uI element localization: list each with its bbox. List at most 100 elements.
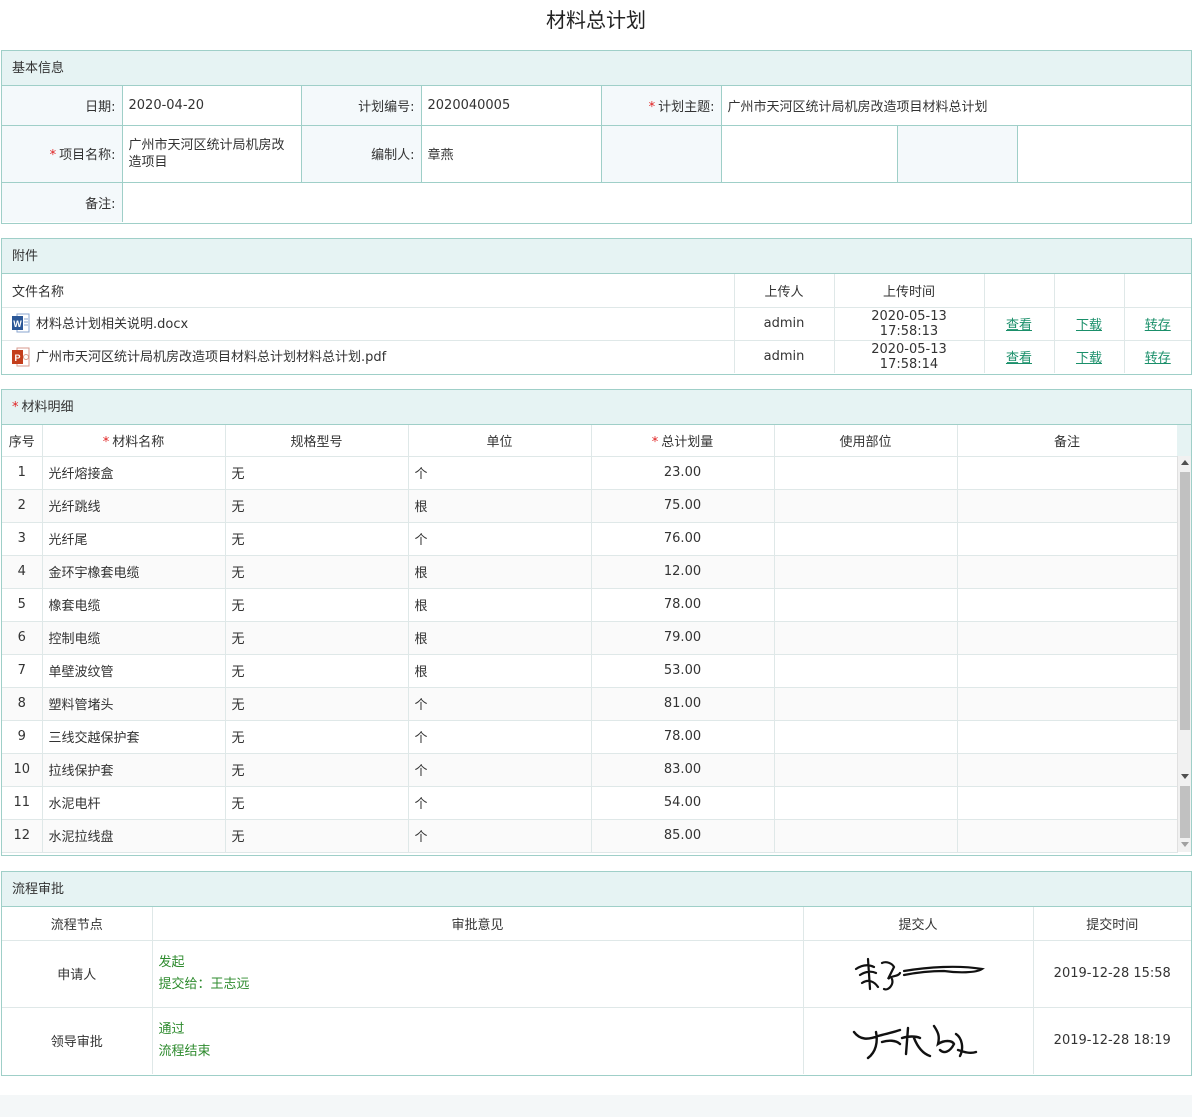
required-mark: * (648, 99, 656, 115)
material-name: 金环宇橡套电缆 (42, 555, 226, 589)
material-location (774, 819, 958, 853)
file-upload-time: 2020-05-13 17:58:14 (834, 340, 985, 373)
material-spec: 无 (225, 753, 409, 787)
file-uploader: admin (734, 307, 835, 341)
col-remark: 备注 (957, 425, 1178, 457)
row-no: 4 (2, 555, 43, 589)
material-spec: 无 (225, 522, 409, 556)
plan-no-value: 2020040005 (421, 86, 602, 126)
material-qty: 78.00 (591, 720, 775, 754)
material-name: 拉线保护套 (42, 753, 226, 787)
scroll-thumb[interactable] (1180, 472, 1190, 730)
material-remark (957, 456, 1178, 490)
required-mark: * (12, 400, 19, 415)
remark-value (122, 182, 1191, 222)
author-value: 章燕 (421, 125, 602, 183)
material-name: 光纤熔接盒 (42, 456, 226, 490)
col-material-name: * 材料名称 (42, 425, 226, 457)
material-remark (957, 522, 1178, 556)
table-row[interactable]: 5 橡套电缆无根 78.00 (2, 588, 1178, 622)
table-row[interactable]: 12 水泥拉线盘无个 85.00 (2, 819, 1178, 853)
material-qty: 75.00 (591, 489, 775, 523)
empty-cell (1054, 274, 1125, 308)
material-qty: 53.00 (591, 654, 775, 688)
material-spec: 无 (225, 456, 409, 490)
plan-no-label: 计划编号: (301, 86, 422, 126)
table-row[interactable]: 10 拉线保护套无个 83.00 (2, 753, 1178, 787)
scroll-down-icon[interactable] (1181, 774, 1189, 779)
material-qty: 85.00 (591, 819, 775, 853)
attachments-table: 文件名称 上传人 上传时间 W 材料总计划相关说明.docx admin 202… (2, 274, 1191, 373)
signature-image (803, 1007, 1034, 1074)
flow-node: 领导审批 (2, 1007, 153, 1074)
view-link[interactable]: 查看 (1006, 351, 1032, 366)
subject-value: 广州市天河区统计局机房改造项目材料总计划 (721, 86, 1192, 126)
vertical-scrollbar[interactable] (1177, 456, 1191, 852)
required-mark: * (49, 148, 57, 163)
table-row[interactable]: 6 控制电缆无根 79.00 (2, 621, 1178, 655)
table-row[interactable]: 11 水泥电杆无个 54.00 (2, 786, 1178, 820)
table-row[interactable]: 1 光纤熔接盒无个 23.00 (2, 456, 1178, 490)
table-row[interactable]: 9 三线交越保护套无个 78.00 (2, 720, 1178, 754)
material-spec: 无 (225, 555, 409, 589)
date-label: 日期: (2, 86, 123, 126)
file-upload-time: 2020-05-13 17:58:13 (834, 307, 985, 341)
material-unit: 个 (408, 720, 592, 754)
download-link[interactable]: 下载 (1076, 318, 1102, 333)
attachments-panel: 附件 文件名称 上传人 上传时间 W 材料总计划相关说明.docx admin … (1, 238, 1192, 375)
material-qty: 83.00 (591, 753, 775, 787)
col-location: 使用部位 (774, 425, 958, 457)
download-link[interactable]: 下载 (1076, 351, 1102, 366)
table-row[interactable]: 3 光纤尾无个 76.00 (2, 522, 1178, 556)
col-spec: 规格型号 (225, 425, 409, 457)
required-mark: * (102, 434, 110, 450)
material-name: 三线交越保护套 (42, 720, 226, 754)
col-opinion: 审批意见 (152, 907, 804, 941)
materials-panel: * 材料明细 序号 * 材料名称 规格型号 单位 * 总计划量 使用部位 备注 1 光纤… (1, 389, 1192, 856)
material-unit: 个 (408, 753, 592, 787)
flow-opinion: 通过 流程结束 (152, 1007, 804, 1074)
file-name-cell: P 广州市天河区统计局机房改造项目材料总计划材料总计划.pdf (2, 340, 735, 373)
col-file-name: 文件名称 (2, 274, 735, 308)
table-row[interactable]: 7 单壁波纹管无根 53.00 (2, 654, 1178, 688)
remark-label: 备注: (2, 182, 123, 222)
material-qty: 12.00 (591, 555, 775, 589)
required-mark: * (651, 434, 659, 450)
material-spec: 无 (225, 786, 409, 820)
scroll-thumb[interactable] (1180, 786, 1190, 838)
view-link[interactable]: 查看 (1006, 318, 1032, 333)
scroll-down-icon[interactable] (1181, 842, 1189, 847)
row-no: 6 (2, 621, 43, 655)
approval-panel: 流程审批 流程节点 审批意见 提交人 提交时间 申请人 发起 提交给：王志远 2… (1, 871, 1192, 1076)
material-name: 水泥拉线盘 (42, 819, 226, 853)
materials-grid[interactable]: 序号 * 材料名称 规格型号 单位 * 总计划量 使用部位 备注 1 光纤熔接盒无个 2… (2, 425, 1191, 853)
col-node: 流程节点 (2, 907, 153, 941)
approval-row: 申请人 发起 提交给：王志远 2019-12-28 15:58 (2, 940, 1191, 1008)
file-name: 材料总计划相关说明.docx (36, 316, 189, 332)
table-row[interactable]: 8 塑料管堵头无个 81.00 (2, 687, 1178, 721)
scroll-up-icon[interactable] (1181, 460, 1189, 465)
empty-cell (1017, 125, 1192, 183)
material-location (774, 753, 958, 787)
empty-cell (601, 125, 722, 183)
material-unit: 根 (408, 654, 592, 688)
save-link[interactable]: 转存 (1145, 351, 1171, 366)
material-unit: 个 (408, 687, 592, 721)
col-submit-time: 提交时间 (1033, 907, 1191, 941)
table-row[interactable]: 2 光纤跳线无根 75.00 (2, 489, 1178, 523)
project-label: * 项目名称: (2, 125, 123, 183)
material-unit: 根 (408, 555, 592, 589)
row-no: 7 (2, 654, 43, 688)
material-spec: 无 (225, 489, 409, 523)
row-no: 11 (2, 786, 43, 820)
material-name: 光纤尾 (42, 522, 226, 556)
empty-cell (1124, 274, 1191, 308)
material-name: 单壁波纹管 (42, 654, 226, 688)
save-link[interactable]: 转存 (1145, 318, 1171, 333)
material-location (774, 654, 958, 688)
flow-node: 申请人 (2, 940, 153, 1008)
material-remark (957, 588, 1178, 622)
col-unit: 单位 (408, 425, 592, 457)
table-row[interactable]: 4 金环宇橡套电缆无根 12.00 (2, 555, 1178, 589)
approval-row: 领导审批 通过 流程结束 2019-12-28 18:19 (2, 1007, 1191, 1074)
